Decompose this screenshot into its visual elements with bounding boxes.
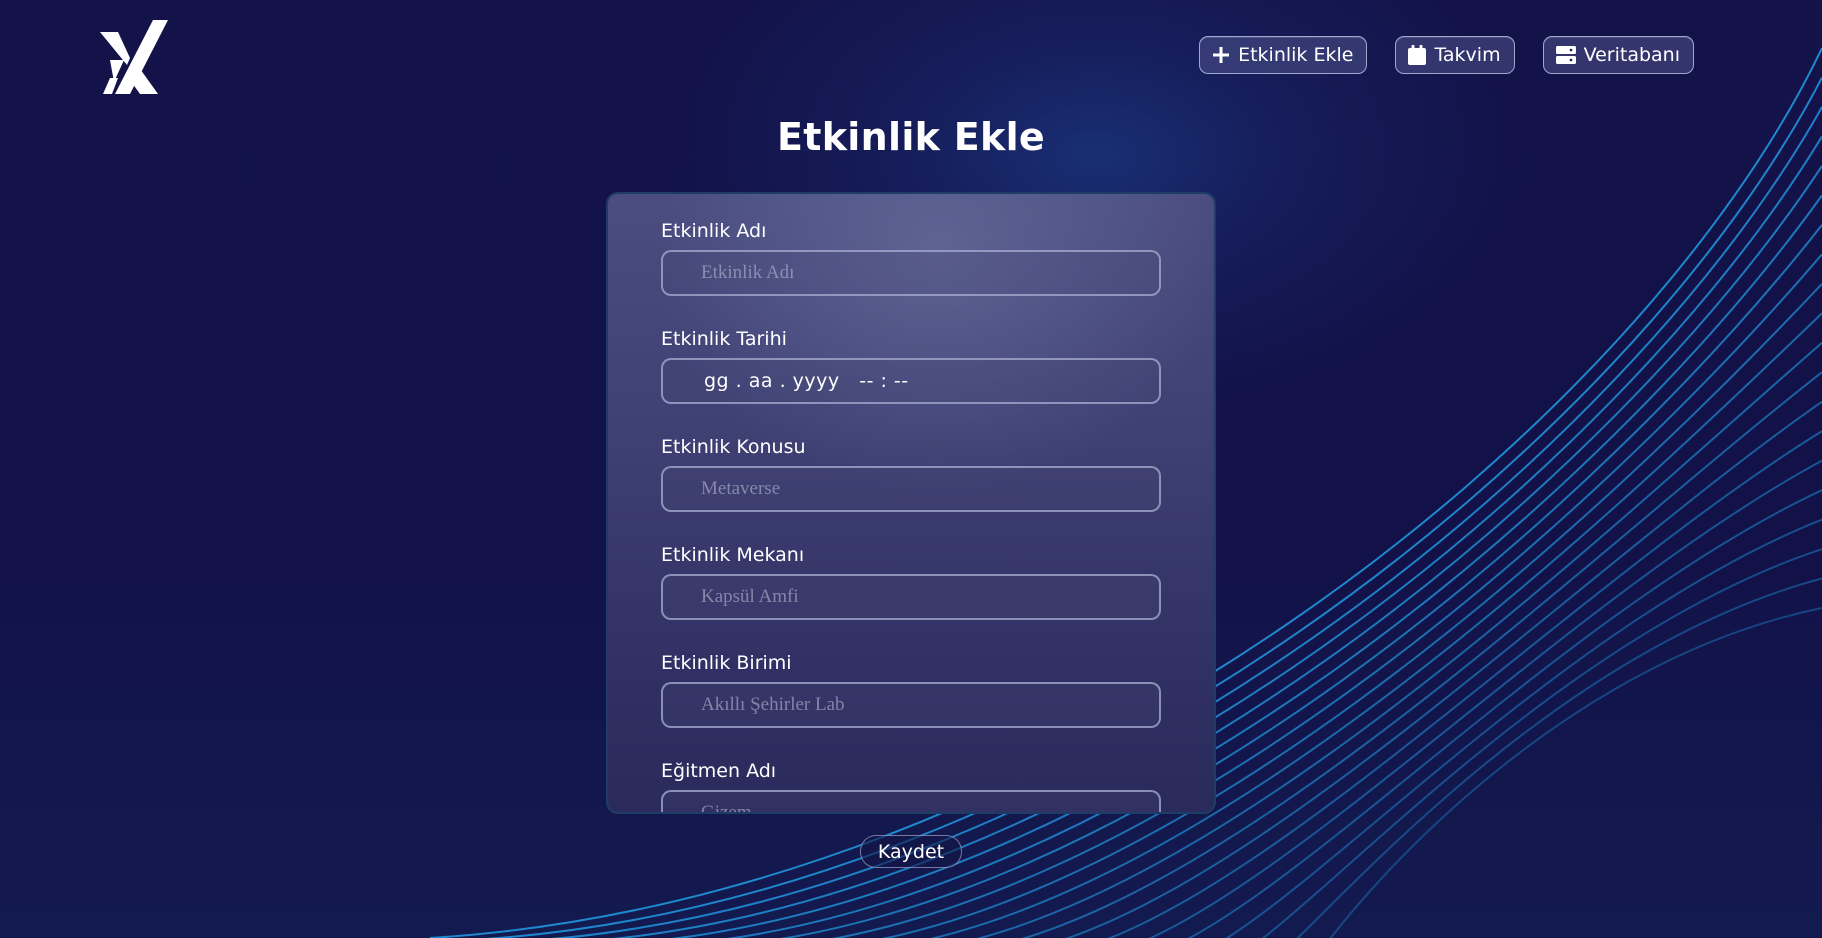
event-unit-input[interactable] bbox=[661, 682, 1161, 728]
field-event-unit: Etkinlik Birimi bbox=[661, 650, 1161, 758]
event-venue-input[interactable] bbox=[661, 574, 1161, 620]
wave-line bbox=[1296, 577, 1822, 938]
instructor-name-label: Eğitmen Adı bbox=[661, 760, 777, 782]
event-venue-label: Etkinlik Mekanı bbox=[661, 544, 805, 566]
event-form-card: Etkinlik Adı Etkinlik Tarihi gg . aa . y… bbox=[606, 192, 1216, 814]
wave-line bbox=[1329, 607, 1822, 938]
instructor-name-input[interactable] bbox=[661, 790, 1161, 812]
nav-calendar-button[interactable]: Takvim bbox=[1395, 36, 1515, 74]
calendar-icon bbox=[1408, 45, 1427, 65]
nav-database-button[interactable]: Veritabanı bbox=[1542, 36, 1694, 74]
event-date-input[interactable]: gg . aa . yyyy -- : -- bbox=[661, 358, 1161, 404]
plus-icon bbox=[1212, 46, 1230, 64]
yk-logo-icon[interactable] bbox=[100, 18, 168, 94]
nav-add-event-button[interactable]: Etkinlik Ekle bbox=[1199, 36, 1368, 74]
event-name-label: Etkinlik Adı bbox=[661, 220, 767, 242]
wave-line bbox=[1225, 518, 1822, 938]
save-button[interactable]: Kaydet bbox=[860, 835, 962, 868]
top-navigation: Etkinlik Ekle Takvim Veritabanı bbox=[1199, 36, 1694, 74]
nav-add-event-label: Etkinlik Ekle bbox=[1238, 44, 1354, 66]
nav-calendar-label: Takvim bbox=[1434, 44, 1501, 66]
event-name-input[interactable] bbox=[661, 250, 1161, 296]
field-event-venue: Etkinlik Mekanı bbox=[661, 542, 1161, 650]
event-date-label: Etkinlik Tarihi bbox=[661, 328, 787, 350]
wave-line bbox=[1187, 489, 1822, 938]
event-date-placeholder: gg . aa . yyyy -- : -- bbox=[704, 370, 909, 392]
event-topic-input[interactable] bbox=[661, 466, 1161, 512]
field-event-name: Etkinlik Adı bbox=[661, 218, 1161, 326]
form-fields: Etkinlik Adı Etkinlik Tarihi gg . aa . y… bbox=[661, 218, 1161, 812]
field-instructor-name: Eğitmen Adı bbox=[661, 758, 1161, 812]
field-event-date: Etkinlik Tarihi gg . aa . yyyy -- : -- bbox=[661, 326, 1161, 434]
event-unit-label: Etkinlik Birimi bbox=[661, 652, 792, 674]
field-event-topic: Etkinlik Konusu bbox=[661, 434, 1161, 542]
nav-database-label: Veritabanı bbox=[1583, 44, 1680, 66]
event-topic-label: Etkinlik Konusu bbox=[661, 436, 806, 458]
page-title: Etkinlik Ekle bbox=[777, 115, 1045, 159]
server-icon bbox=[1555, 46, 1576, 64]
wave-line bbox=[1261, 548, 1822, 938]
